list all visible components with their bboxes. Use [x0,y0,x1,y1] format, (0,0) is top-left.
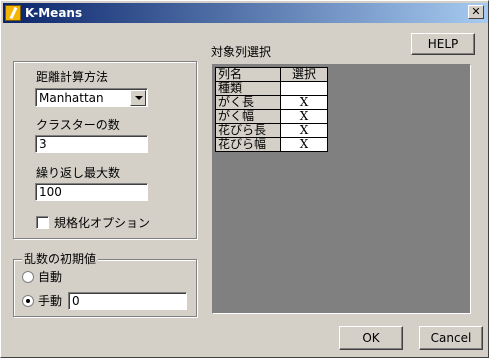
row-select-cell[interactable]: X [280,123,328,138]
window-title: K-Means [25,6,83,20]
table-row[interactable]: 種類 [215,81,328,96]
seed-group-label: 乱数の初期値 [22,252,99,266]
seed-manual-label: 手動 [38,294,63,308]
header-column-name[interactable]: 列名 [215,67,281,82]
columns-label: 対象列選択 [211,45,272,59]
header-select[interactable]: 選択 [280,67,328,82]
seed-auto-label: 自動 [38,270,63,284]
table-row[interactable]: 花びら長 X [215,123,328,138]
app-icon [5,5,21,21]
row-select-cell[interactable] [280,81,328,96]
iterations-input[interactable]: 100 [35,183,148,201]
row-name: がく幅 [215,109,281,124]
clusters-input[interactable]: 3 [35,135,148,153]
normalize-checkbox[interactable] [36,216,49,229]
ok-button[interactable]: OK [339,326,403,350]
close-button[interactable]: ✕ [468,5,484,19]
row-name: 種類 [215,81,281,96]
row-name: 花びら長 [215,123,281,138]
row-name: 花びら幅 [215,137,281,152]
chevron-down-icon[interactable] [130,90,146,106]
iterations-label: 繰り返し最大数 [36,166,121,180]
help-button[interactable]: HELP [411,33,475,55]
seed-manual-radio[interactable] [22,295,34,307]
distance-label: 距離計算方法 [36,70,109,84]
row-select-cell[interactable]: X [280,95,328,110]
row-name: がく長 [215,95,281,110]
normalize-label: 規格化オプション [54,216,151,230]
distance-select-value: Manhattan [39,91,104,105]
table-row[interactable]: がく長 X [215,95,328,110]
row-select-cell[interactable]: X [280,109,328,124]
column-table: 列名 選択 種類 がく長 X がく幅 X 花びら長 X 花びら幅 X [215,67,328,152]
kmeans-dialog: K-Means ✕ HELP 距離計算方法 Manhattan クラスターの数 … [0,0,489,358]
clusters-label: クラスターの数 [36,118,120,132]
distance-select[interactable]: Manhattan [35,88,148,107]
table-row[interactable]: 花びら幅 X [215,137,328,152]
title-bar[interactable]: K-Means ✕ [3,3,488,23]
cancel-button[interactable]: Cancel [419,326,483,350]
table-row[interactable]: がく幅 X [215,109,328,124]
seed-manual-input[interactable]: 0 [68,292,187,310]
column-grid: 列名 選択 種類 がく長 X がく幅 X 花びら長 X 花びら幅 X [212,64,471,314]
seed-auto-radio[interactable] [22,271,34,283]
row-select-cell[interactable]: X [280,137,328,152]
